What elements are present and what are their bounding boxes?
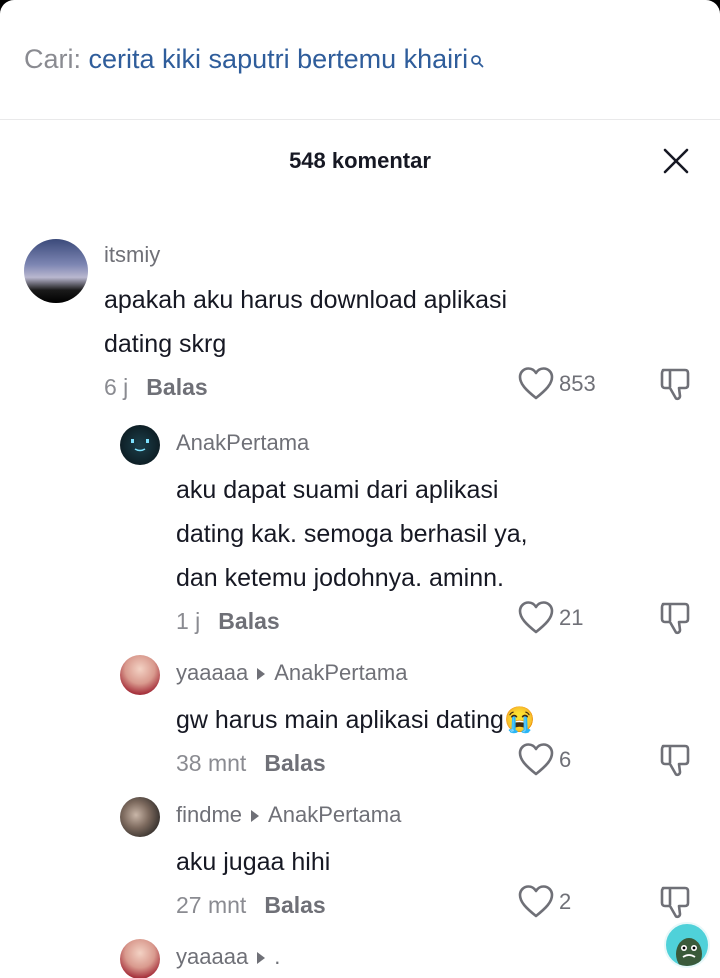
comment-text-line: dating kak. semoga berhasil ya, [176, 520, 528, 548]
heart-outline-icon [518, 743, 554, 776]
like-count: 6 [559, 747, 572, 772]
comment-time: 1 j [176, 608, 201, 634]
reply-author[interactable]: yaaaaa [176, 660, 248, 685]
dislike-button[interactable] [658, 884, 692, 925]
like-button[interactable]: 21 [517, 600, 583, 636]
caret-right-icon [250, 803, 260, 829]
comment-username: yaaaaa AnakPertama [176, 660, 407, 687]
like-count: 21 [559, 605, 584, 630]
thumbs-down-icon [660, 602, 690, 635]
comment-reply-item: yaaaaa AnakPertama gw harus main aplikasi… [0, 650, 720, 780]
reply-button[interactable]: Balas [146, 374, 207, 400]
like-button[interactable]: 853 [517, 366, 596, 402]
comment-time: 6 j [104, 374, 129, 400]
dislike-button[interactable] [658, 366, 692, 407]
reply-target[interactable]: AnakPertama [274, 660, 407, 685]
avatar[interactable] [120, 425, 160, 465]
comment-reply-item: AnakPertama aku dapat suami dari aplikas… [0, 420, 720, 640]
search-bar[interactable]: Cari: cerita kiki saputri bertemu khairi [0, 0, 720, 120]
comment-reply-item: findme AnakPertama aku jugaa hihi 27 mnt B… [0, 792, 720, 922]
search-suggestion[interactable]: Cari: cerita kiki saputri bertemu khairi [24, 44, 484, 75]
thumbs-down-icon [660, 744, 690, 777]
comment-username[interactable]: itsmiy [104, 242, 160, 268]
comments-header: 548 komentar [0, 120, 720, 200]
comment-time: 27 mnt [176, 892, 247, 918]
reply-button[interactable]: Balas [218, 608, 279, 634]
avatar[interactable] [120, 655, 160, 695]
comment-username: findme AnakPertama [176, 802, 401, 829]
comment-text-line: aku dapat suami dari aplikasi [176, 476, 499, 504]
comment-username[interactable]: AnakPertama [176, 430, 309, 456]
comment-meta: 6 j Balas [104, 374, 208, 401]
comment-time: 38 mnt [176, 750, 247, 776]
comment-text-line: aku jugaa hihi [176, 848, 331, 876]
reply-author[interactable]: findme [176, 802, 242, 827]
thumbs-down-icon [660, 886, 690, 919]
comment-meta: 27 mnt Balas [176, 892, 326, 919]
reply-target[interactable]: AnakPertama [268, 802, 401, 827]
comment-item: itsmiy apakah aku harus download aplikas… [0, 230, 720, 410]
avatar[interactable] [24, 239, 88, 303]
avatar[interactable] [120, 797, 160, 837]
comments-sheet: Cari: cerita kiki saputri bertemu khairi… [0, 0, 720, 978]
floating-sticker-button[interactable] [664, 922, 710, 968]
search-icon [470, 44, 484, 75]
like-button[interactable]: 2 [517, 884, 571, 920]
reply-button[interactable]: Balas [264, 750, 325, 776]
heart-outline-icon [518, 367, 554, 400]
caret-right-icon [256, 945, 266, 971]
caret-right-icon [256, 661, 266, 687]
comment-text-line: gw harus main aplikasi dating😭 [176, 706, 536, 734]
reply-author[interactable]: yaaaaa [176, 944, 248, 969]
reply-button[interactable]: Balas [264, 892, 325, 918]
comment-meta: 38 mnt Balas [176, 750, 326, 777]
comment-text-line: dating skrg [104, 330, 227, 358]
heart-outline-icon [518, 885, 554, 918]
close-button[interactable] [660, 145, 692, 177]
search-prefix: Cari: [24, 44, 82, 74]
close-icon [663, 148, 689, 174]
comment-count-title: 548 komentar [289, 148, 431, 173]
comment-username: yaaaaa. [176, 944, 280, 971]
thumbs-down-icon [660, 368, 690, 401]
dislike-button[interactable] [658, 742, 692, 783]
like-count: 2 [559, 889, 572, 914]
avatar[interactable] [120, 939, 160, 978]
search-query: cerita kiki saputri bertemu khairi [88, 44, 469, 74]
heart-outline-icon [518, 601, 554, 634]
reply-target[interactable]: . [274, 944, 280, 969]
comment-meta: 1 j Balas [176, 608, 280, 635]
comment-text-line: apakah aku harus download aplikasi [104, 286, 508, 314]
comment-text-line: dan ketemu jodohnya. aminn. [176, 564, 504, 592]
dislike-button[interactable] [658, 600, 692, 641]
like-button[interactable]: 6 [517, 742, 571, 778]
like-count: 853 [559, 371, 596, 396]
comment-reply-item: yaaaaa. [0, 934, 720, 978]
